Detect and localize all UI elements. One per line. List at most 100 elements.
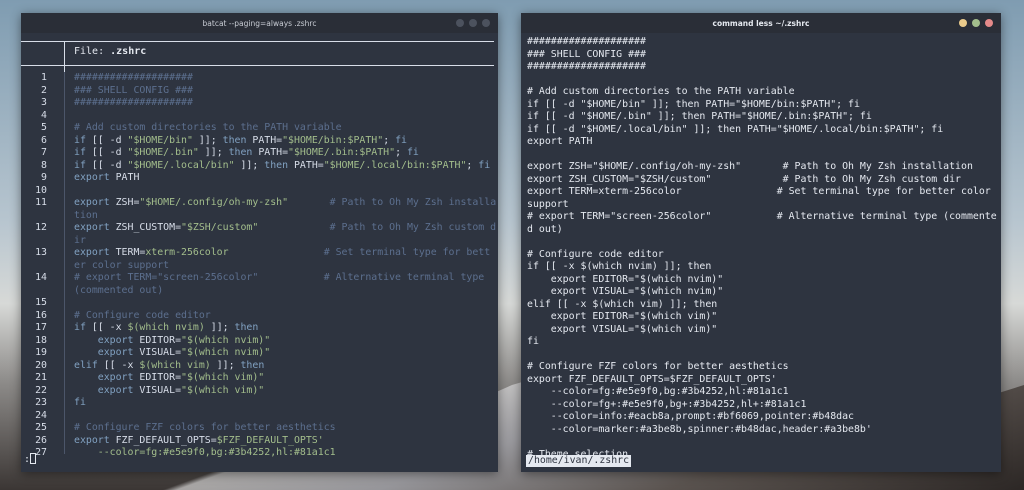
code-line: 24 (21, 410, 498, 423)
line-code: # Add custom directories to the PATH var… (74, 122, 342, 133)
line-code: export TERM=xterm-256color # Set termina… (74, 247, 491, 258)
code-line: 17 if [[ -x $(which nvim) ]]; then (21, 322, 498, 335)
pager-line: export EDITOR="$(which vim)" (527, 311, 718, 322)
less-terminal-window[interactable]: command less ~/.zshrc ##################… (521, 13, 1001, 472)
code-line: 1 #################### (21, 72, 498, 85)
line-number: 20 (35, 359, 47, 371)
pager-content[interactable]: #################### ### SHELL CONFIG ###… (527, 36, 997, 461)
line-number: 18 (35, 334, 47, 346)
window-controls (959, 19, 993, 27)
code-line: 25 # Configure FZF colors for better aest… (21, 422, 498, 435)
code-line: 19 export VISUAL="$(which nvim)" (21, 347, 498, 360)
line-code: #################### (74, 97, 193, 108)
pager-line: d out) (527, 223, 563, 235)
code-line: 26 export FZF_DEFAULT_OPTS=$FZF_DEFAULT_O… (21, 435, 498, 448)
line-code: export VISUAL="$(which vim)" (97, 384, 265, 396)
pager-line: --color=fg+:#e5e9f0,bg+:#3b4252,hl+:#81a… (527, 398, 807, 410)
line-code: export ZSH_CUSTOM="$ZSH/custom" # Path t… (74, 222, 497, 233)
line-code: if [[ -d "$HOME/.local/bin" ]]; then PAT… (74, 159, 491, 171)
code-line: 2 ### SHELL CONFIG ### (21, 85, 498, 98)
code-line: 8 if [[ -d "$HOME/.local/bin" ]]; then PA… (21, 160, 498, 173)
pager-line: # Configure FZF colors for better aesthe… (527, 361, 789, 372)
close-button[interactable] (985, 19, 993, 27)
line-code: export EDITOR="$(which vim)" (97, 372, 265, 383)
line-code: # Configure code editor (74, 309, 211, 321)
code-line: 9 export PATH (21, 172, 498, 185)
pager-line: if [[ -d "$HOME/bin" ]]; then PATH="$HOM… (527, 98, 860, 110)
file-header: File: .zshrc (74, 46, 146, 58)
window-controls (456, 19, 490, 27)
code-line-wrap: (commented out) (74, 284, 164, 296)
code-line: 18 export EDITOR="$(which nvim)" (21, 335, 498, 348)
file-label: File: (74, 46, 105, 57)
line-number: 22 (35, 384, 47, 396)
window-title: batcat --paging=always .zshrc (202, 18, 317, 28)
code-line-wrap: ir (74, 234, 86, 246)
minimize-button[interactable] (456, 19, 464, 27)
line-number: 12 (35, 222, 47, 233)
pager-line: export VISUAL="$(which nvim)" (527, 286, 724, 297)
pager-line (527, 149, 997, 162)
code-line: 11 export ZSH="$HOME/.config/oh-my-zsh" #… (21, 197, 498, 210)
code-line: 13 export TERM=xterm-256color # Set termi… (21, 247, 498, 260)
pager-line: export FZF_DEFAULT_OPTS=$FZF_DEFAULT_OPT… (527, 373, 777, 385)
title-bar[interactable]: batcat --paging=always .zshrc (21, 13, 498, 33)
pager-line: export PATH (527, 136, 593, 147)
code-line: 14 # export TERM="screen-256color" # Alte… (21, 272, 498, 285)
code-line: 5 # Add custom directories to the PATH va… (21, 122, 498, 135)
line-number: 23 (35, 397, 47, 408)
line-code: export EDITOR="$(which nvim)" (97, 334, 271, 346)
pager-line: --color=marker:#a3be8b,spinner:#b48dac,h… (527, 423, 872, 435)
line-code: if [[ -d "$HOME/bin" ]]; then PATH="$HOM… (74, 134, 407, 146)
line-code: fi (74, 397, 86, 408)
minimize-button[interactable] (959, 19, 967, 27)
line-number: 7 (41, 147, 47, 158)
code-line: 3 #################### (21, 97, 498, 110)
line-code: --color=fg:#e5e9f0,bg:#3b4252,hl:#81a1c1 (97, 447, 336, 458)
pager-line: fi (527, 336, 539, 347)
file-name: .zshrc (110, 46, 147, 57)
line-number: 21 (35, 372, 47, 383)
pager-prompt[interactable]: : (24, 453, 37, 465)
line-number: 6 (41, 134, 47, 146)
code-line: 12 export ZSH_CUSTOM="$ZSH/custom" # Path… (21, 222, 498, 235)
code-line: 27 --color=fg:#e5e9f0,bg:#3b4252,hl:#81a… (21, 447, 498, 460)
line-code: if [[ -d "$HOME/.bin" ]]; then PATH="$HO… (74, 147, 419, 158)
batcat-terminal-window[interactable]: batcat --paging=always .zshrc File: .zsh… (21, 13, 498, 472)
pager-line (527, 436, 997, 449)
code-line: 23 fi (21, 397, 498, 410)
line-number: 3 (41, 97, 47, 108)
line-number: 8 (41, 159, 47, 171)
line-number: 19 (35, 347, 47, 358)
line-code: export FZF_DEFAULT_OPTS=$FZF_DEFAULT_OPT… (74, 434, 324, 446)
pager-line: export ZSH_CUSTOM="$ZSH/custom" # Path t… (527, 173, 962, 185)
line-number: 10 (35, 184, 47, 196)
pager-status-line: /home/ivan/.zshrc (526, 455, 632, 467)
maximize-button[interactable] (469, 19, 477, 27)
maximize-button[interactable] (972, 19, 980, 27)
pager-line (527, 74, 997, 87)
pager-line: elif [[ -x $(which vim) ]]; then (527, 298, 718, 310)
line-number: 4 (41, 109, 47, 121)
line-number: 9 (41, 172, 47, 183)
line-code: export PATH (74, 172, 140, 183)
line-number: 24 (35, 409, 47, 421)
code-view[interactable]: 1 #################### 2 ### SHELL CONFIG #… (21, 72, 498, 460)
pager-line: # export TERM="screen-256color" # Altern… (527, 211, 997, 222)
window-title: command less ~/.zshrc (712, 18, 810, 28)
line-code: #################### (74, 72, 193, 83)
pager-line: --color=info:#eacb8a,prompt:#bf6069,poin… (527, 411, 854, 422)
pager-line (527, 349, 997, 362)
text-cursor (30, 453, 37, 464)
line-number: 16 (35, 309, 47, 321)
pager-line: if [[ -x $(which nvim) ]]; then (527, 261, 712, 272)
header-rule-top (21, 41, 494, 42)
line-number: 5 (41, 122, 47, 133)
line-code: # Configure FZF colors for better aesthe… (74, 422, 336, 433)
close-button[interactable] (482, 19, 490, 27)
code-line: 4 (21, 110, 498, 123)
title-bar[interactable]: command less ~/.zshrc (521, 13, 1001, 33)
